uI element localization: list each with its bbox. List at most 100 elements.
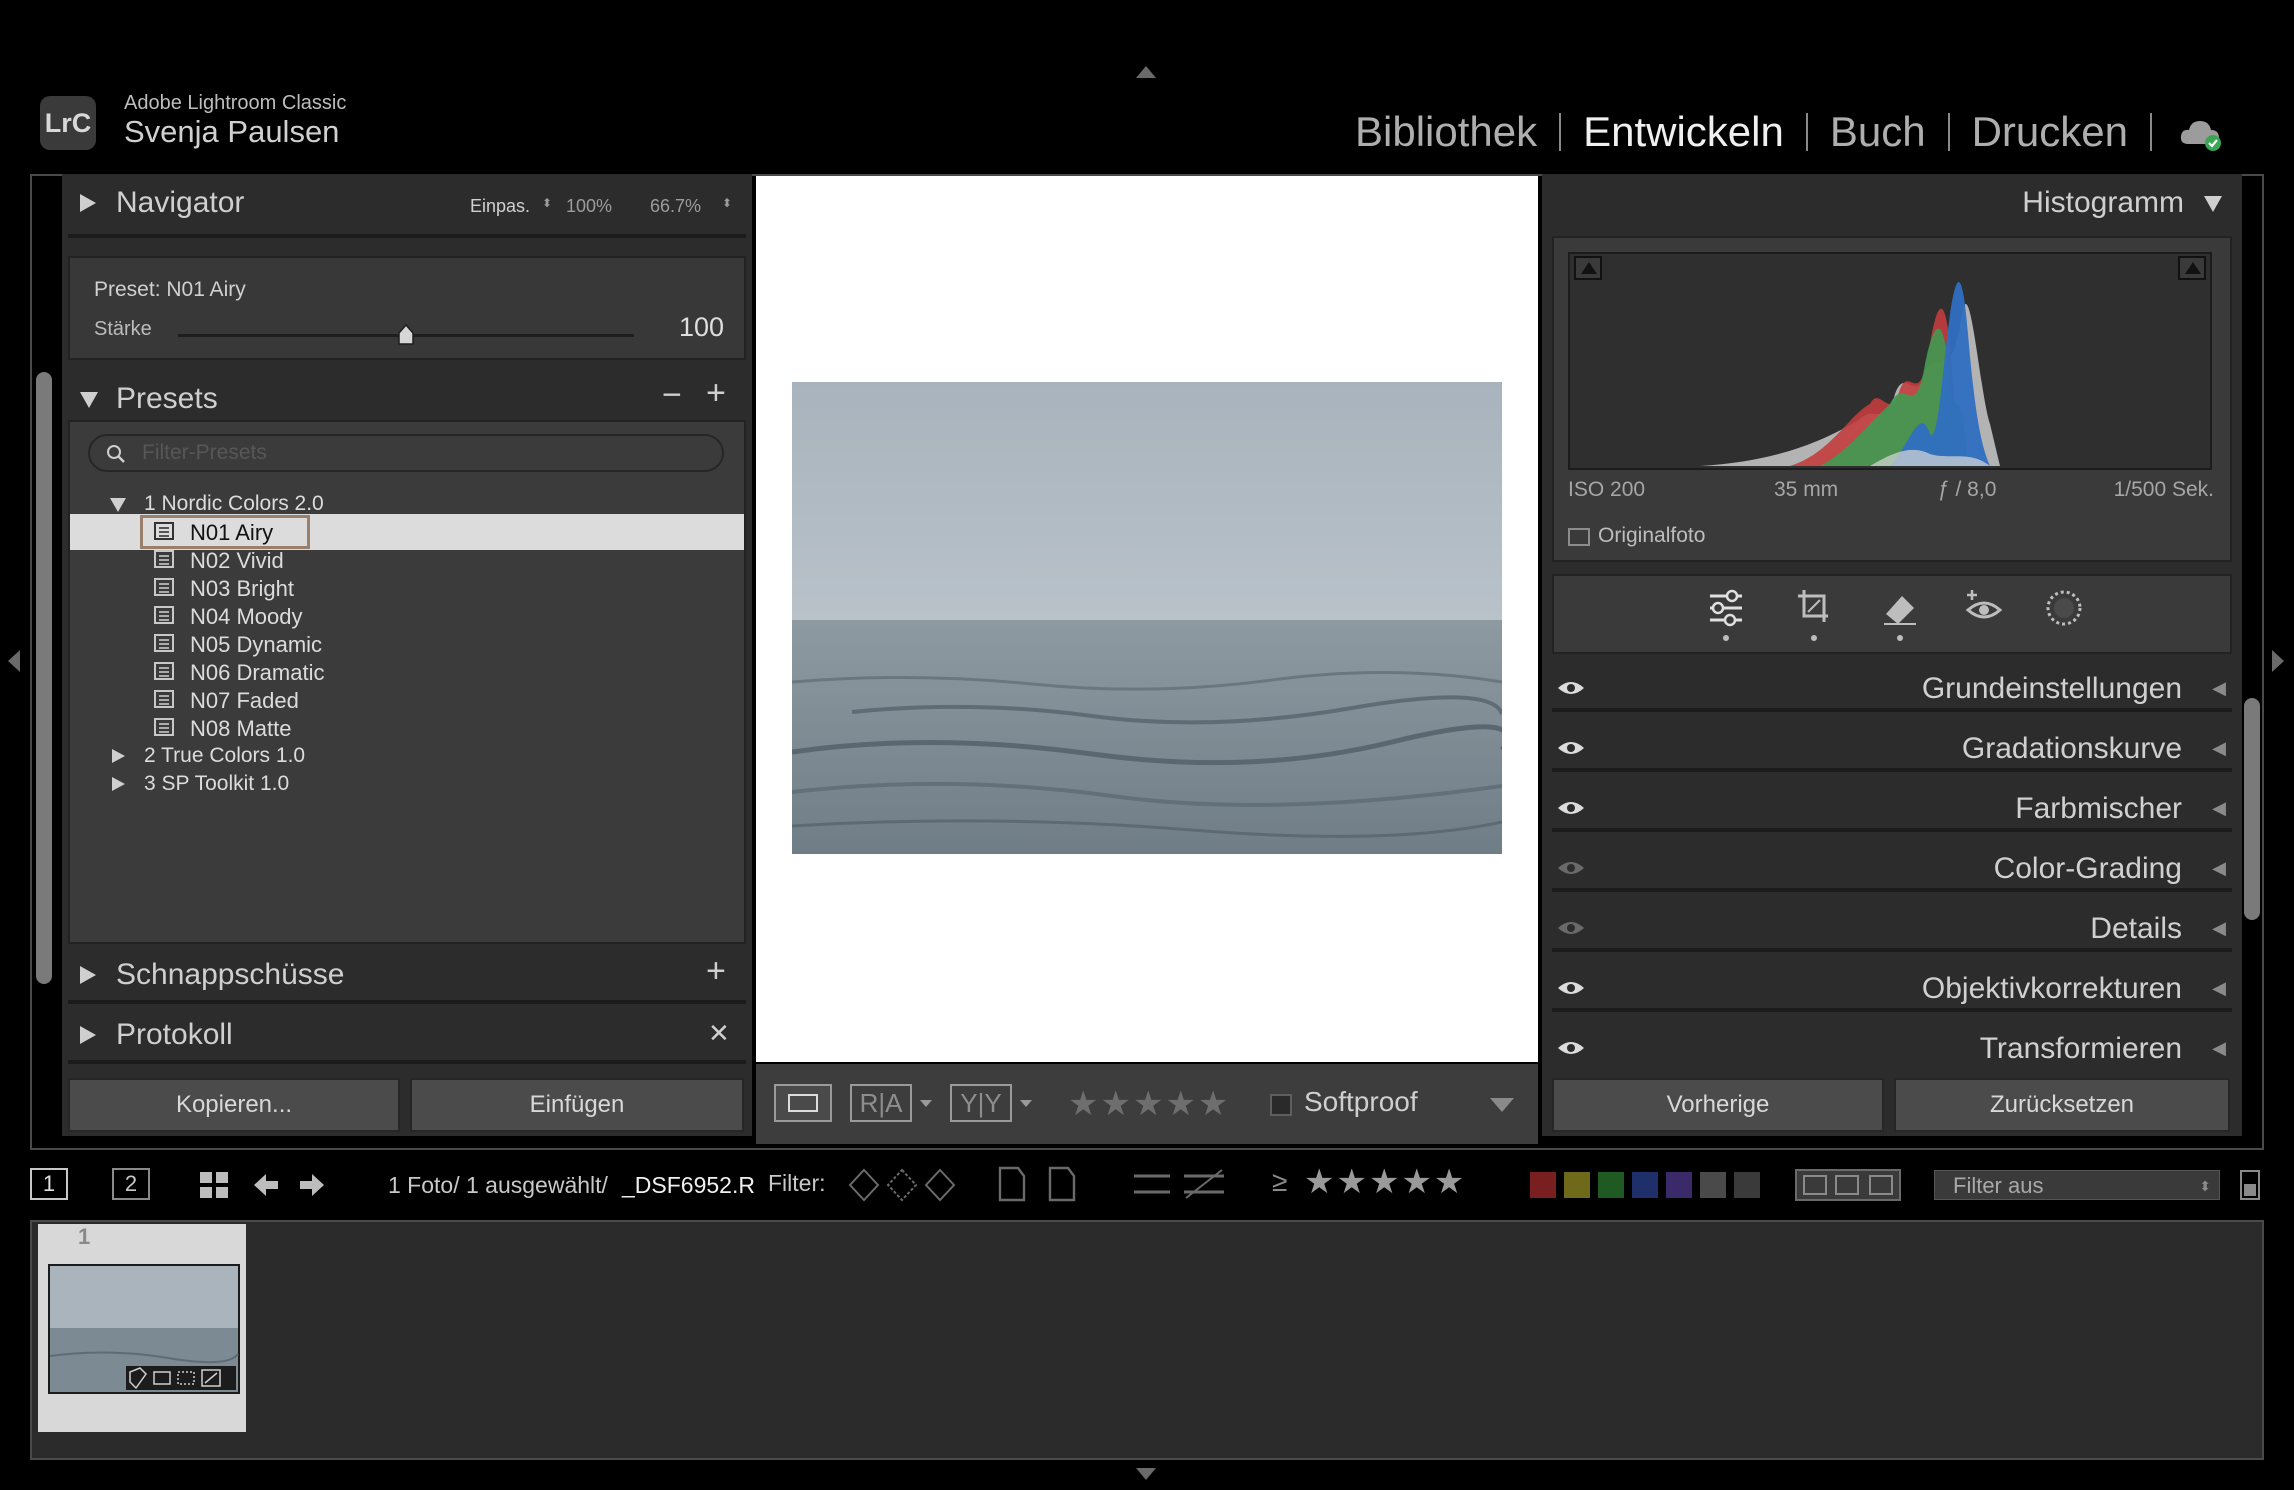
module-book[interactable]: Buch [1808, 108, 1948, 156]
module-print[interactable]: Drucken [1950, 108, 2150, 156]
section-title: Color-Grading [1993, 852, 2182, 885]
eye-icon[interactable] [1556, 978, 1586, 998]
eraser-icon[interactable] [1880, 588, 1920, 644]
reset-button[interactable]: Zurücksetzen [1894, 1078, 2230, 1132]
section-transform[interactable]: Transformieren ◀ [1552, 1022, 2232, 1078]
module-separator [2150, 113, 2152, 151]
divider [1552, 828, 2232, 832]
add-preset-button[interactable]: + [706, 374, 726, 413]
amount-value[interactable]: 100 [679, 312, 724, 343]
bottom-panel-toggle[interactable] [1136, 1468, 1156, 1480]
eye-icon[interactable] [1556, 918, 1586, 938]
histogram-header[interactable]: Histogramm [1542, 174, 2242, 230]
kind-filter-icon[interactable] [1794, 1168, 1902, 1202]
section-title: Objektivkorrekturen [1921, 972, 2182, 1005]
right-panel-toggle[interactable] [2272, 650, 2284, 672]
preset-group-toolkit[interactable]: 3 SP Toolkit 1.0 [70, 766, 744, 802]
cloud-sync-icon[interactable] [2178, 114, 2224, 151]
collapse-right-icon [112, 777, 125, 791]
user-name: Svenja Paulsen [124, 114, 340, 149]
eye-icon[interactable] [1556, 678, 1586, 698]
flag-filter-icon[interactable] [846, 1166, 958, 1204]
forward-arrow-icon[interactable] [298, 1172, 326, 1198]
sliders-icon[interactable] [1706, 588, 1746, 644]
divider [68, 234, 746, 238]
copy-settings-button[interactable]: Kopieren... [68, 1078, 400, 1132]
search-placeholder: Filter-Presets [142, 441, 267, 464]
navigator-zoom-custom[interactable]: 66.7% [650, 196, 701, 217]
navigator-zoom-100[interactable]: 100% [566, 196, 612, 217]
rating-stars[interactable]: ★★★★★ [1068, 1084, 1230, 1124]
color-label-blue[interactable] [1632, 1172, 1658, 1198]
filter-label: Filter: [768, 1170, 826, 1196]
module-develop[interactable]: Entwickeln [1561, 108, 1806, 156]
remove-preset-button[interactable]: − [662, 376, 682, 415]
eye-icon[interactable] [1556, 798, 1586, 818]
left-panel: Navigator Einpas. ⬍ 100% 66.7% ⬍ Preset:… [62, 174, 752, 1136]
preset-icon [154, 522, 174, 540]
tool-strip [1552, 574, 2232, 654]
presets-header[interactable]: Presets − + [62, 370, 752, 426]
exif-iso: ISO 200 [1568, 478, 1646, 501]
collapse-right-icon [80, 194, 96, 212]
module-library[interactable]: Bibliothek [1333, 108, 1559, 156]
history-header[interactable]: Protokoll ✕ [62, 1006, 752, 1062]
color-label-purple[interactable] [1666, 1172, 1692, 1198]
previous-settings-button[interactable]: Vorherige [1552, 1078, 1884, 1132]
crop-icon[interactable] [1794, 586, 1834, 644]
eye-icon[interactable] [1556, 738, 1586, 758]
add-snapshot-button[interactable]: + [706, 952, 726, 991]
navigator-title: Navigator [116, 186, 245, 219]
filter-lock-icon[interactable] [2240, 1170, 2260, 1200]
mask-icon[interactable] [2044, 588, 2084, 628]
left-scrollbar[interactable] [36, 372, 52, 984]
original-photo-checkbox[interactable] [1568, 528, 1590, 546]
second-screen-button[interactable]: 2 [112, 1168, 150, 1200]
color-label-green[interactable] [1598, 1172, 1624, 1198]
dropdown-icon[interactable] [920, 1100, 932, 1107]
right-panel: Histogramm ISO 200 35 mm ƒ / 8,0 1/500 S… [1542, 174, 2242, 1136]
main-screen-button[interactable]: 1 [30, 1168, 68, 1200]
before-after-button[interactable]: Y|Y [950, 1084, 1012, 1122]
rating-operator[interactable]: ≥ [1272, 1166, 1287, 1198]
expand-down-icon [2204, 196, 2222, 212]
top-panel-toggle[interactable] [1136, 66, 1156, 78]
adjustment-filter-icon[interactable] [1130, 1166, 1230, 1202]
dropdown-icon[interactable] [1020, 1100, 1032, 1107]
color-label-red[interactable] [1530, 1172, 1556, 1198]
histogram-graph[interactable] [1568, 252, 2212, 470]
filename-label[interactable]: _DSF6952.R [622, 1172, 755, 1199]
amount-slider-thumb[interactable] [397, 323, 415, 346]
eye-icon[interactable] [1556, 1038, 1586, 1058]
back-arrow-icon[interactable] [252, 1172, 280, 1198]
original-photo-label: Originalfoto [1598, 524, 1706, 547]
left-panel-toggle[interactable] [8, 650, 20, 672]
clear-history-button[interactable]: ✕ [708, 1018, 730, 1049]
before-after-lr-button[interactable]: R|A [850, 1084, 912, 1122]
right-scrollbar[interactable] [2244, 698, 2260, 920]
filter-preset-dropdown[interactable]: Filter aus ⬍ [1934, 1170, 2220, 1200]
preset-icon [154, 578, 174, 596]
color-label-yellow[interactable] [1564, 1172, 1590, 1198]
presets-title: Presets [116, 382, 218, 415]
preset-search-input[interactable]: Filter-Presets [88, 434, 724, 472]
filmstrip-thumbnail[interactable]: 1 [38, 1224, 246, 1432]
color-label-none[interactable] [1734, 1172, 1760, 1198]
rating-filter-stars[interactable]: ★★★★★ [1304, 1162, 1466, 1202]
redeye-icon[interactable] [1964, 588, 2004, 628]
paste-settings-button[interactable]: Einfügen [410, 1078, 744, 1132]
edit-filter-icon[interactable] [996, 1164, 1086, 1204]
navigator-header[interactable]: Navigator Einpas. ⬍ 100% 66.7% ⬍ [62, 174, 752, 230]
snapshots-header[interactable]: Schnappschüsse + [62, 946, 752, 1002]
loupe-view-button[interactable] [774, 1084, 832, 1122]
photo-preview[interactable] [792, 382, 1502, 854]
navigator-fit[interactable]: Einpas. [470, 196, 530, 217]
grid-icon[interactable] [198, 1170, 230, 1200]
collapse-left-icon: ◀ [2212, 978, 2226, 998]
eye-icon[interactable] [1556, 858, 1586, 878]
module-picker: Bibliothek Entwickeln Buch Drucken [1333, 108, 2224, 156]
amount-label: Stärke [94, 318, 152, 340]
color-label-custom[interactable] [1700, 1172, 1726, 1198]
toolbar-menu-icon[interactable] [1490, 1098, 1514, 1112]
softproof-checkbox[interactable] [1270, 1094, 1292, 1116]
